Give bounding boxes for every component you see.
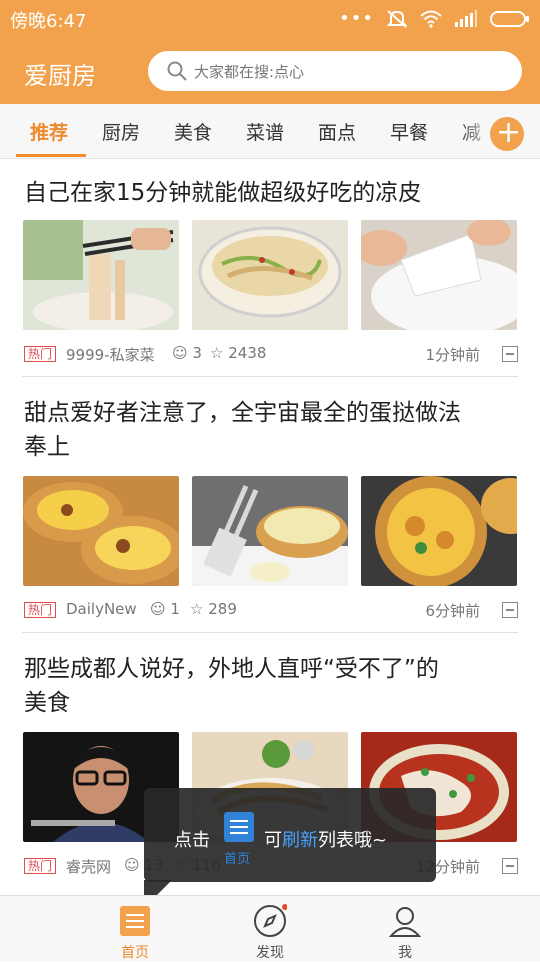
dismiss-icon[interactable] — [502, 858, 518, 874]
noodles-chopsticks-image — [23, 220, 179, 330]
star-icon: ☆ — [210, 344, 224, 362]
egg-tart-top-image — [361, 476, 517, 586]
add-tab-button[interactable]: + — [490, 115, 524, 151]
home-list-icon — [224, 812, 254, 842]
article-title-line: 奉上 — [24, 434, 70, 460]
more-dots-icon: ••• — [339, 8, 374, 29]
category-tabs: 推荐 厨房 美食 菜谱 面点 早餐 减 — [0, 104, 540, 159]
tab-breakfast[interactable]: 早餐 — [390, 118, 428, 145]
article-meta: 热门 DailyNew ☺ 1 ☆ 289 6分钟前 — [24, 600, 518, 624]
tooltip-icon-label: 首页 — [224, 852, 251, 867]
article-comments: ☺ 3 — [172, 344, 202, 362]
article-thumbnail — [361, 476, 517, 586]
comment-count: 1 — [170, 600, 180, 618]
egg-tart-image — [23, 476, 179, 586]
tooltip-highlight: 刷新 — [282, 830, 318, 851]
article-thumbnail — [23, 220, 179, 330]
article-source[interactable]: 9999-私家菜 — [66, 344, 155, 365]
liangpi-sheet-image — [361, 220, 517, 330]
dismiss-icon[interactable] — [502, 602, 518, 618]
nav-me[interactable]: 我 — [315, 896, 495, 961]
tooltip-message: 可刷新列表哦~ — [264, 826, 387, 852]
article-thumbnail — [192, 220, 348, 330]
divider — [22, 376, 518, 377]
star-count: 289 — [208, 600, 237, 618]
hot-badge: 热门 — [24, 602, 57, 618]
search-box[interactable]: 大家都在搜:点心 — [148, 51, 522, 91]
wifi-icon — [420, 10, 442, 28]
article-title-line: 那些成都人说好，外地人直呼“受不了”的 — [24, 656, 439, 682]
article-title-line: 甜点爱好者注意了，全宇宙最全的蛋挞做法 — [24, 400, 461, 426]
liangpi-bowl-image — [192, 220, 348, 330]
divider — [22, 632, 518, 633]
status-time: 傍晚6:47 — [10, 11, 87, 32]
refresh-tooltip[interactable]: 点击 首页 可刷新列表哦~ — [144, 788, 436, 882]
battery-icon — [490, 10, 529, 27]
comment-icon: ☺ — [124, 856, 140, 874]
article-source[interactable]: DailyNew — [66, 600, 137, 618]
article-thumbnail — [192, 476, 348, 586]
status-icons: ••• — [339, 8, 530, 29]
comment-count: 3 — [192, 344, 202, 362]
article-title: 那些成都人说好，外地人直呼“受不了”的 美食 — [24, 652, 520, 720]
home-list-icon — [120, 906, 150, 936]
tab-food[interactable]: 美食 — [174, 118, 212, 145]
article-thumbnail — [23, 476, 179, 586]
tooltip-text-before: 可 — [264, 830, 282, 851]
egg-tart-fork-image — [192, 476, 348, 586]
nav-me-label: 我 — [398, 945, 412, 961]
article-source[interactable]: 睿壳网 — [66, 856, 111, 877]
app-title: 爱厨房 — [24, 62, 96, 90]
tab-recommended[interactable]: 推荐 — [30, 118, 68, 145]
user-icon — [388, 907, 422, 937]
article-title: 自己在家15分钟就能做超级好吃的凉皮 — [24, 176, 520, 210]
status-bar: 傍晚6:47 ••• — [0, 0, 540, 38]
dismiss-icon[interactable] — [502, 346, 518, 362]
star-count: 2438 — [228, 344, 267, 362]
article-time: 6分钟前 — [425, 602, 480, 620]
article-title-line: 美食 — [24, 690, 70, 716]
tab-recipes[interactable]: 菜谱 — [246, 118, 284, 145]
tab-kitchen[interactable]: 厨房 — [102, 118, 140, 145]
hot-badge: 热门 — [24, 858, 57, 874]
tooltip-prefix: 点击 — [174, 830, 210, 851]
article-stars: ☆ 289 — [190, 600, 237, 618]
article-stars: ☆ 2438 — [210, 344, 266, 362]
article-thumbnail — [361, 220, 517, 330]
app-header: 爱厨房 大家都在搜:点心 — [0, 38, 540, 104]
star-icon: ☆ — [190, 600, 204, 618]
article-title: 甜点爱好者注意了，全宇宙最全的蛋挞做法 奉上 — [24, 396, 520, 464]
search-icon — [167, 61, 187, 81]
comment-icon: ☺ — [150, 600, 166, 618]
article-title-line: 自己在家15分钟就能做超级好吃的凉皮 — [24, 180, 422, 206]
article-meta: 热门 9999-私家菜 ☺ 3 ☆ 2438 1分钟前 — [24, 344, 518, 368]
bottom-nav: 首页 发现 我 — [0, 895, 540, 961]
tab-pastry[interactable]: 面点 — [318, 118, 356, 145]
comment-icon: ☺ — [172, 344, 188, 362]
signal-icon — [455, 9, 477, 27]
hot-badge: 热门 — [24, 346, 57, 362]
mute-icon — [386, 9, 408, 28]
article-comments: ☺ 1 — [150, 600, 180, 618]
tooltip-text-after: 列表哦~ — [318, 830, 388, 851]
search-placeholder: 大家都在搜:点心 — [194, 63, 305, 81]
plus-icon: + — [496, 115, 522, 150]
compass-icon — [254, 904, 287, 937]
tab-active-indicator — [16, 154, 86, 157]
article-time: 1分钟前 — [425, 346, 480, 364]
